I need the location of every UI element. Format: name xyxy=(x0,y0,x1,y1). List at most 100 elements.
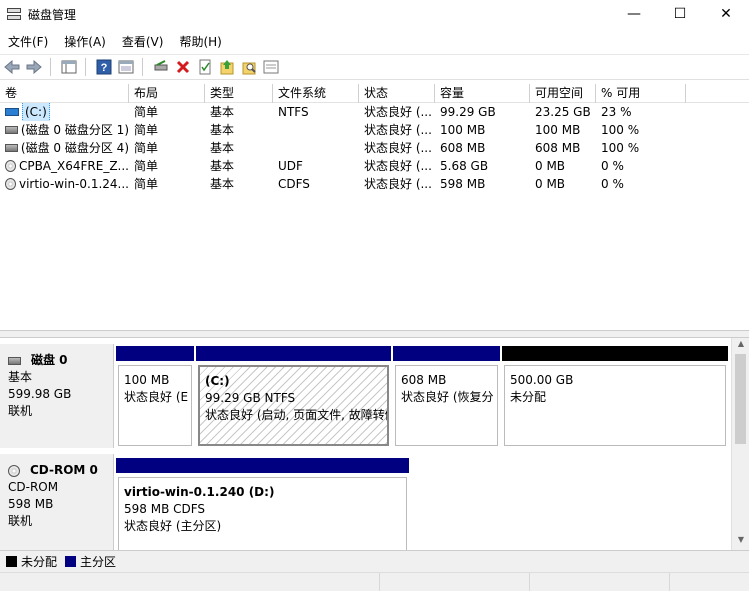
partition-recovery[interactable]: 608 MB 状态良好 (恢复分 xyxy=(393,346,500,448)
scroll-up-arrow-icon[interactable]: ▲ xyxy=(732,339,749,353)
status-cell: 状态良好 (... xyxy=(364,177,432,191)
column-header-empty xyxy=(686,84,749,103)
disk-name: 磁盘 0 xyxy=(31,353,68,367)
free-space-cell: 0 MB xyxy=(535,177,566,191)
status-bar xyxy=(0,572,749,591)
column-header-percent-free[interactable]: % 可用 xyxy=(596,84,686,103)
capacity-cell: 5.68 GB xyxy=(440,159,489,173)
pane-splitter[interactable] xyxy=(0,330,749,338)
capacity-cell: 598 MB xyxy=(440,177,486,191)
partition-c[interactable]: (C:) 99.29 GB NTFS 状态良好 (启动, 页面文件, 故障转储 xyxy=(196,346,391,448)
graphic-view-scrollbar[interactable]: ▲ ▼ xyxy=(731,338,749,550)
table-row[interactable]: (C:) 简单 基本 NTFS 状态良好 (... 99.29 GB 23.25… xyxy=(0,103,749,121)
connect-icon[interactable] xyxy=(151,57,171,77)
up-arrow-icon[interactable] xyxy=(217,57,237,77)
percent-free-cell: 0 % xyxy=(601,177,624,191)
disk-icon xyxy=(5,144,18,152)
table-row[interactable]: (磁盘 0 磁盘分区 4) 简单 基本 状态良好 (... 608 MB 608… xyxy=(0,139,749,157)
disk-type: 基本 xyxy=(8,370,33,384)
capacity-cell: 99.29 GB xyxy=(440,105,496,119)
menu-bar: 文件(F) 操作(A) 查看(V) 帮助(H) xyxy=(0,30,749,52)
title-bar: 磁盘管理 — ☐ ✕ xyxy=(0,0,749,28)
partition-unallocated[interactable]: 500.00 GB 未分配 xyxy=(502,346,728,448)
layout-cell: 简单 xyxy=(134,177,159,191)
cdrom-0-row[interactable]: CD-ROM 0 CD-ROM 598 MB 联机 virtio-win-0.1… xyxy=(0,454,731,552)
volume-list: 卷 布局 类型 文件系统 状态 容量 可用空间 % 可用 (C:) 简单 基本 … xyxy=(0,84,749,330)
percent-free-cell: 100 % xyxy=(601,123,640,137)
disk-management-icon xyxy=(6,6,22,22)
menu-action[interactable]: 操作(A) xyxy=(56,33,114,50)
type-cell: 基本 xyxy=(210,123,235,137)
type-cell: 基本 xyxy=(210,159,235,173)
capacity-cell: 608 MB xyxy=(440,141,486,155)
type-cell: 基本 xyxy=(210,177,235,191)
disk-state: 联机 xyxy=(8,514,33,528)
partition-status: 状态良好 (E xyxy=(124,390,189,404)
disk-graphic-view: 磁盘 0 基本 599.98 GB 联机 100 MB 状态良好 (E (C:)… xyxy=(0,338,749,552)
type-cell: 基本 xyxy=(210,141,235,155)
layout-cell: 简单 xyxy=(134,105,159,119)
disk-icon xyxy=(8,356,21,365)
console-tree-icon[interactable] xyxy=(59,57,79,77)
disk-size: 598 MB xyxy=(8,497,54,511)
column-header-status[interactable]: 状态 xyxy=(359,84,435,103)
cdrom-0-label[interactable]: CD-ROM 0 CD-ROM 598 MB 联机 xyxy=(0,454,114,550)
close-button[interactable]: ✕ xyxy=(703,0,749,28)
capacity-cell: 100 MB xyxy=(440,123,486,137)
status-cell: 状态良好 (... xyxy=(364,141,432,155)
partition-efi[interactable]: 100 MB 状态良好 (E xyxy=(116,346,194,448)
menu-view[interactable]: 查看(V) xyxy=(114,33,172,50)
properties-icon[interactable] xyxy=(195,57,215,77)
disk-state: 联机 xyxy=(8,404,33,418)
search-icon[interactable] xyxy=(239,57,259,77)
help-icon[interactable]: ? xyxy=(94,57,114,77)
delete-icon[interactable] xyxy=(173,57,193,77)
menu-help[interactable]: 帮助(H) xyxy=(171,33,229,50)
partition-label: virtio-win-0.1.240 (D:) xyxy=(124,485,275,499)
disk-0-label[interactable]: 磁盘 0 基本 599.98 GB 联机 xyxy=(0,344,114,448)
show-pane-icon[interactable] xyxy=(116,57,136,77)
minimize-button[interactable]: — xyxy=(611,0,657,28)
type-cell: 基本 xyxy=(210,105,235,119)
free-space-cell: 608 MB xyxy=(535,141,581,155)
layout-cell: 简单 xyxy=(134,141,159,155)
partition-status: 状态良好 (主分区) xyxy=(124,519,222,533)
filesystem-cell xyxy=(273,139,359,157)
partition-d[interactable]: virtio-win-0.1.240 (D:) 598 MB CDFS 状态良好… xyxy=(116,458,409,554)
column-header-free-space[interactable]: 可用空间 xyxy=(530,84,596,103)
partition-label: (C:) xyxy=(205,374,230,388)
disk-size: 599.98 GB xyxy=(8,387,72,401)
svg-text:?: ? xyxy=(101,62,108,74)
column-header-volume[interactable]: 卷 xyxy=(0,84,129,103)
toolbar: ? xyxy=(0,54,749,80)
list-header: 卷 布局 类型 文件系统 状态 容量 可用空间 % 可用 xyxy=(0,84,749,103)
legend: 未分配 主分区 xyxy=(0,550,749,572)
status-cell: 状态良好 (... xyxy=(364,105,432,119)
maximize-button[interactable]: ☐ xyxy=(657,0,703,28)
back-arrow-icon[interactable] xyxy=(2,57,22,77)
scroll-down-arrow-icon[interactable]: ▼ xyxy=(732,535,749,549)
partition-status: 状态良好 (启动, 页面文件, 故障转储 xyxy=(205,408,389,422)
column-header-type[interactable]: 类型 xyxy=(205,84,273,103)
legend-unallocated: 未分配 xyxy=(21,555,58,569)
cd-icon xyxy=(5,160,16,172)
legend-primary: 主分区 xyxy=(80,555,117,569)
disk-0-row[interactable]: 磁盘 0 基本 599.98 GB 联机 100 MB 状态良好 (E (C:)… xyxy=(0,344,731,448)
forward-arrow-icon[interactable] xyxy=(24,57,44,77)
partition-status: 状态良好 (恢复分 xyxy=(401,390,494,404)
layout-cell: 简单 xyxy=(134,123,159,137)
column-header-filesystem[interactable]: 文件系统 xyxy=(273,84,359,103)
table-row[interactable]: CPBA_X64FRE_Z... 简单 基本 UDF 状态良好 (... 5.6… xyxy=(0,157,749,175)
column-header-capacity[interactable]: 容量 xyxy=(435,84,530,103)
disk-name: CD-ROM 0 xyxy=(30,463,98,477)
wizard-icon[interactable] xyxy=(261,57,281,77)
scroll-thumb[interactable] xyxy=(735,354,746,444)
filesystem-cell: NTFS xyxy=(278,105,309,119)
menu-file[interactable]: 文件(F) xyxy=(0,33,56,50)
drive-c-icon xyxy=(5,108,19,116)
table-row[interactable]: virtio-win-0.1.24... 简单 基本 CDFS 状态良好 (..… xyxy=(0,175,749,193)
column-header-layout[interactable]: 布局 xyxy=(129,84,205,103)
partition-size: 100 MB xyxy=(124,373,170,387)
table-row[interactable]: (磁盘 0 磁盘分区 1) 简单 基本 状态良好 (... 100 MB 100… xyxy=(0,121,749,139)
disk-type: CD-ROM xyxy=(8,480,59,494)
